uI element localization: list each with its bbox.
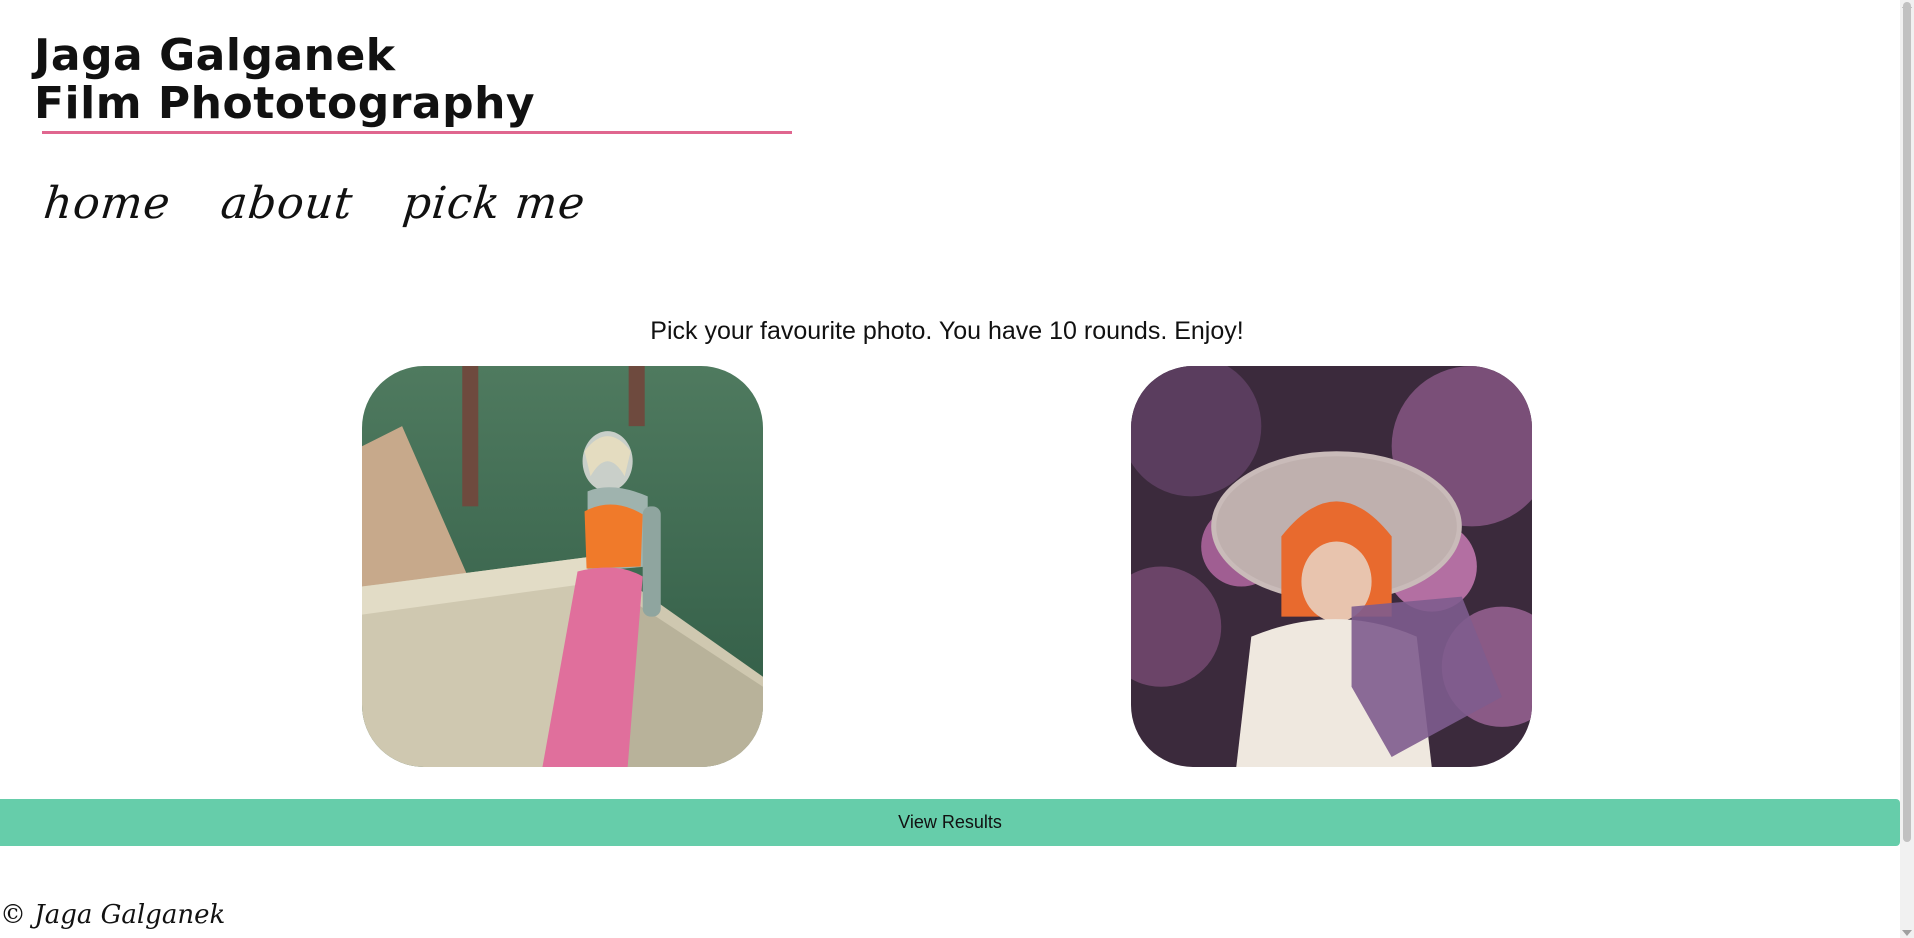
instructions-text: Pick your favourite photo. You have 10 r… <box>650 317 1244 345</box>
footer-copyright: © Jaga Galganek <box>0 900 226 930</box>
main-nav: home about pick me <box>41 178 588 229</box>
site-title-line1: Jaga Galganek <box>34 30 396 81</box>
vertical-scrollbar[interactable] <box>1900 0 1914 938</box>
nav-link-pick-me[interactable]: pick me <box>400 178 588 229</box>
title-underline <box>42 131 792 134</box>
site-title-line2: Film Phototography <box>34 78 536 129</box>
photo-option-right[interactable] <box>1131 366 1532 767</box>
site-title: Jaga Galganek Film Phototography <box>34 32 535 128</box>
photo-option-left[interactable] <box>362 366 763 767</box>
nav-link-home[interactable]: home <box>41 178 173 229</box>
nav-link-about[interactable]: about <box>218 178 355 229</box>
photo-left-image <box>362 366 763 767</box>
scroll-thumb[interactable] <box>1903 2 1911 842</box>
scroll-down-icon[interactable] <box>1902 930 1912 936</box>
photo-right-image <box>1131 366 1532 767</box>
view-results-button[interactable]: View Results <box>0 799 1900 846</box>
